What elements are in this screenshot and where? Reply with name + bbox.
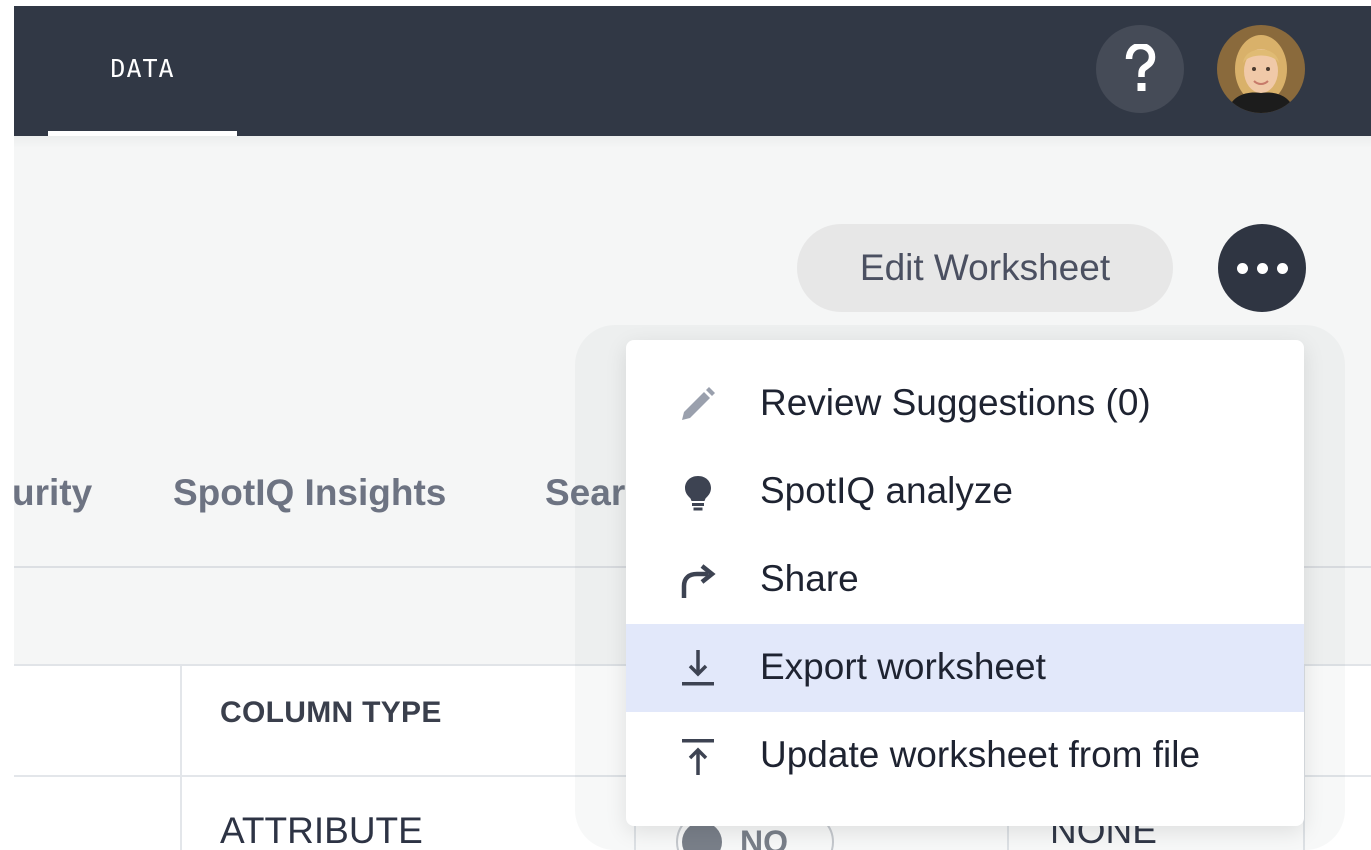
help-button[interactable] (1096, 25, 1184, 113)
more-dot-icon (1236, 262, 1248, 274)
more-dot-icon (1256, 262, 1268, 274)
share-arrow-icon (678, 560, 718, 600)
column-type-cell[interactable]: ATTRIBUTE (220, 810, 423, 850)
menu-item-review-suggestions[interactable]: Review Suggestions (0) (626, 360, 1304, 448)
user-avatar[interactable] (1217, 25, 1305, 113)
menu-item-label: Review Suggestions (0) (760, 382, 1151, 423)
tab-spotiq-insights[interactable]: SpotIQ Insights (173, 472, 446, 514)
header-shadow (14, 136, 1371, 148)
menu-item-label: Update worksheet from file (760, 734, 1201, 775)
menu-item-spotiq-analyze[interactable]: SpotIQ analyze (626, 448, 1304, 536)
top-navigation-bar: DATA (14, 6, 1371, 136)
window-edge (0, 0, 14, 850)
menu-item-export-worksheet[interactable]: Export worksheet (626, 624, 1304, 712)
more-options-menu: Review Suggestions (0) SpotIQ analyze Sh… (626, 340, 1304, 826)
page-header: Edit Worksheet (14, 136, 1371, 336)
menu-item-update-worksheet-from-file[interactable]: Update worksheet from file (626, 712, 1304, 800)
menu-item-label: Share (760, 558, 859, 599)
menu-item-label: SpotIQ analyze (760, 470, 1013, 511)
nav-tab-data-label: DATA (110, 54, 175, 83)
upload-icon (678, 736, 718, 776)
column-type-header[interactable]: COLUMN TYPE (220, 696, 442, 730)
help-icon (1125, 44, 1156, 91)
nav-tab-data[interactable]: DATA (48, 6, 237, 136)
tab-security[interactable]: urity (12, 472, 92, 514)
download-icon (678, 648, 718, 688)
menu-item-share[interactable]: Share (626, 536, 1304, 624)
lightbulb-icon (678, 472, 718, 512)
menu-item-label: Export worksheet (760, 646, 1046, 687)
more-dot-icon (1276, 262, 1288, 274)
more-options-button[interactable] (1218, 224, 1306, 312)
pencil-icon (678, 384, 718, 424)
edit-worksheet-button[interactable]: Edit Worksheet (797, 224, 1173, 312)
column-divider (180, 666, 182, 850)
